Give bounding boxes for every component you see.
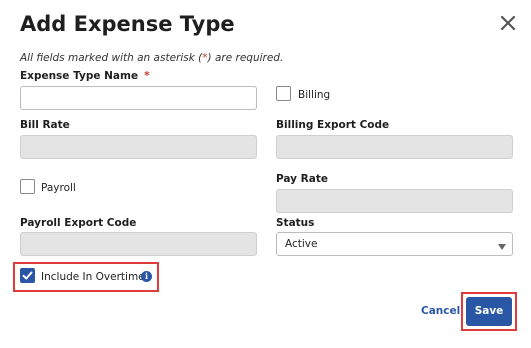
billing-export-code-label: Billing Export Code	[276, 119, 390, 131]
billing-export-code-input[interactable]	[276, 135, 513, 159]
status-label: Status	[276, 217, 315, 229]
payroll-checkbox[interactable]	[20, 179, 35, 194]
include-in-overtime-checkbox[interactable]	[20, 268, 35, 283]
bill-rate-label: Bill Rate	[20, 119, 70, 131]
status-selected-value: Active	[285, 238, 318, 250]
dialog-title: Add Expense Type	[20, 12, 235, 36]
cancel-button[interactable]: Cancel	[421, 305, 460, 317]
bill-rate-input[interactable]	[20, 135, 257, 159]
add-expense-type-dialog: Add Expense Type All fields marked with …	[0, 0, 531, 348]
expense-type-name-input[interactable]	[20, 86, 257, 110]
required-fields-note: All fields marked with an asterisk (*) a…	[20, 52, 284, 64]
payroll-export-code-label: Payroll Export Code	[20, 217, 137, 229]
pay-rate-label: Pay Rate	[276, 173, 328, 185]
status-select[interactable]: Active	[276, 232, 513, 256]
payroll-label: Payroll	[41, 182, 76, 194]
billing-checkbox[interactable]	[276, 86, 291, 101]
close-icon[interactable]	[499, 14, 517, 32]
info-icon[interactable]: i	[141, 271, 152, 282]
payroll-export-code-input[interactable]	[20, 232, 257, 256]
chevron-down-icon	[498, 241, 506, 253]
checkmark-icon	[22, 271, 33, 280]
save-button[interactable]: Save	[466, 297, 512, 326]
expense-type-name-label: Expense Type Name *	[20, 70, 150, 82]
include-in-overtime-label: Include In Overtime	[41, 271, 145, 283]
pay-rate-input[interactable]	[276, 189, 513, 213]
required-asterisk: *	[144, 70, 150, 82]
billing-label: Billing	[298, 89, 331, 101]
